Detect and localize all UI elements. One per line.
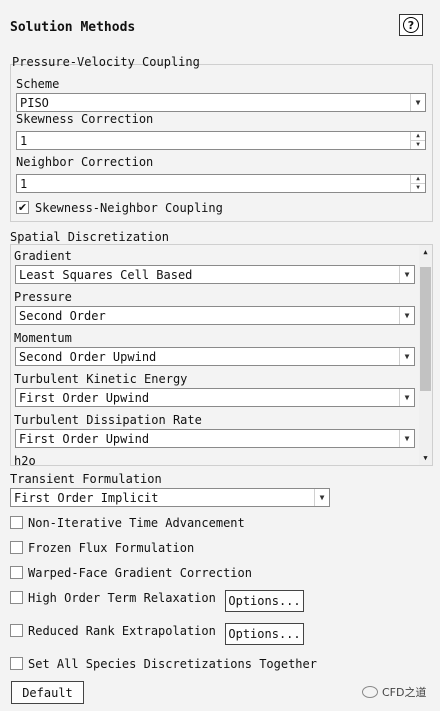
skewness-neighbor-label: Skewness-Neighbor Coupling	[35, 201, 223, 215]
default-button[interactable]: Default	[11, 681, 84, 704]
chevron-down-icon: ▼	[399, 348, 414, 365]
warped-face-label: Warped-Face Gradient Correction	[28, 566, 252, 580]
scheme-value: PISO	[20, 95, 49, 110]
gradient-dropdown[interactable]: Least Squares Cell Based ▼	[15, 265, 415, 284]
spin-up-icon[interactable]: ▲	[411, 132, 425, 141]
spin-down-icon[interactable]: ▼	[411, 184, 425, 192]
skewness-stepper[interactable]: 1 ▲ ▼	[16, 131, 426, 150]
skewness-neighbor-checkbox[interactable]: ✔	[16, 201, 29, 214]
chevron-down-icon: ▼	[314, 489, 329, 506]
chevron-down-icon: ▼	[410, 94, 425, 111]
momentum-dropdown[interactable]: Second Order Upwind ▼	[15, 347, 415, 366]
h2o-label: h2o	[14, 454, 36, 466]
gradient-value: Least Squares Cell Based	[19, 267, 193, 282]
scheme-label: Scheme	[16, 77, 60, 91]
reduced-rank-label: Reduced Rank Extrapolation	[28, 624, 216, 638]
spatial-label: Spatial Discretization	[10, 230, 169, 244]
tke-value: First Order Upwind	[19, 390, 150, 405]
transient-dropdown[interactable]: First Order Implicit ▼	[10, 488, 330, 507]
non-iterative-checkbox[interactable]	[10, 516, 23, 529]
spin-buttons[interactable]: ▲ ▼	[410, 175, 425, 192]
spin-down-icon[interactable]: ▼	[411, 141, 425, 149]
tdr-value: First Order Upwind	[19, 431, 150, 446]
tke-dropdown[interactable]: First Order Upwind ▼	[15, 388, 415, 407]
pv-coupling-label: Pressure-Velocity Coupling	[12, 55, 200, 69]
scroll-down-icon[interactable]: ▼	[419, 451, 432, 465]
non-iterative-label: Non-Iterative Time Advancement	[28, 516, 245, 530]
scrollbar-thumb[interactable]	[420, 267, 431, 391]
tke-label: Turbulent Kinetic Energy	[14, 372, 188, 386]
reduced-rank-options-button[interactable]: Options...	[225, 623, 304, 645]
help-icon: ?	[403, 17, 419, 33]
watermark: CFD之道	[362, 684, 426, 700]
warped-face-checkbox[interactable]	[10, 566, 23, 579]
transient-value: First Order Implicit	[14, 490, 159, 505]
momentum-value: Second Order Upwind	[19, 349, 157, 364]
help-button[interactable]: ?	[399, 14, 423, 36]
panel-title: Solution Methods	[10, 20, 136, 35]
momentum-label: Momentum	[14, 331, 72, 345]
neighbor-value: 1	[20, 176, 28, 191]
tdr-label: Turbulent Dissipation Rate	[14, 413, 202, 427]
pressure-dropdown[interactable]: Second Order ▼	[15, 306, 415, 325]
scroll-up-icon[interactable]: ▲	[419, 245, 432, 259]
tdr-dropdown[interactable]: First Order Upwind ▼	[15, 429, 415, 448]
vertical-scrollbar[interactable]: ▲ ▼	[419, 245, 432, 465]
chevron-down-icon: ▼	[399, 307, 414, 324]
skewness-value: 1	[20, 133, 28, 148]
high-order-relaxation-checkbox[interactable]	[10, 591, 23, 604]
spin-up-icon[interactable]: ▲	[411, 175, 425, 184]
frozen-flux-label: Frozen Flux Formulation	[28, 541, 195, 555]
chevron-down-icon: ▼	[399, 430, 414, 447]
reduced-rank-checkbox[interactable]	[10, 624, 23, 637]
pressure-value: Second Order	[19, 308, 106, 323]
transient-label: Transient Formulation	[10, 472, 162, 486]
chevron-down-icon: ▼	[399, 389, 414, 406]
neighbor-stepper[interactable]: 1 ▲ ▼	[16, 174, 426, 193]
watermark-text: CFD之道	[382, 686, 427, 699]
frozen-flux-checkbox[interactable]	[10, 541, 23, 554]
spatial-scroll-panel[interactable]: Gradient Least Squares Cell Based ▼ Pres…	[10, 244, 433, 466]
spin-buttons[interactable]: ▲ ▼	[410, 132, 425, 149]
set-all-species-label: Set All Species Discretizations Together	[28, 657, 317, 671]
set-all-species-checkbox[interactable]	[10, 657, 23, 670]
scheme-dropdown[interactable]: PISO ▼	[16, 93, 426, 112]
high-order-relaxation-label: High Order Term Relaxation	[28, 591, 216, 605]
gradient-label: Gradient	[14, 249, 72, 263]
pressure-label: Pressure	[14, 290, 72, 304]
skewness-label: Skewness Correction	[16, 112, 154, 126]
high-order-options-button[interactable]: Options...	[225, 590, 304, 612]
neighbor-label: Neighbor Correction	[16, 155, 154, 169]
chevron-down-icon: ▼	[399, 266, 414, 283]
chat-bubble-icon	[362, 686, 378, 698]
